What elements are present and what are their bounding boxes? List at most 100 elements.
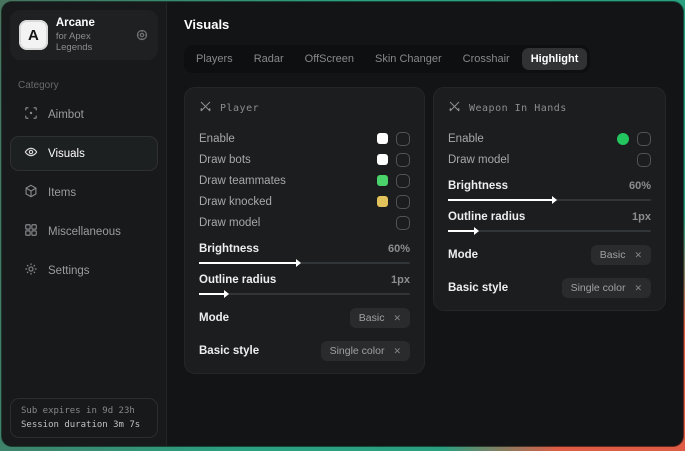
basic-style-chip[interactable]: Single color ✕: [562, 278, 651, 298]
page-title: Visuals: [184, 17, 666, 32]
tab-radar[interactable]: Radar: [245, 48, 293, 70]
toggle-row-draw-model: Draw model: [448, 149, 651, 170]
mode-chip[interactable]: Basic ✕: [591, 245, 651, 265]
sidebar-item-items[interactable]: Items: [10, 175, 158, 210]
basic-style-select-row: Basic style Single color ✕: [199, 341, 410, 361]
mode-select-row: Mode Basic ✕: [448, 245, 651, 265]
toggle-row-draw-teammates: Draw teammates: [199, 170, 410, 191]
sidebar-item-aimbot[interactable]: Aimbot: [10, 97, 158, 132]
slider-value: 1px: [391, 274, 410, 286]
color-swatch[interactable]: [377, 154, 388, 165]
brightness-slider[interactable]: [448, 199, 651, 201]
color-swatch[interactable]: [617, 133, 629, 145]
sidebar: A Arcane for Apex Legends Category: [2, 2, 167, 446]
slider-fill[interactable]: [448, 199, 552, 201]
brightness-slider-group: Brightness 60%: [199, 243, 410, 264]
basic-style-select-row: Basic style Single color ✕: [448, 278, 651, 298]
checkbox-draw-bots[interactable]: [396, 153, 410, 167]
toggle-row-draw-knocked: Draw knocked: [199, 191, 410, 212]
basic-style-chip[interactable]: Single color ✕: [321, 341, 410, 361]
app-logo: A: [19, 20, 48, 50]
select-label: Basic style: [199, 345, 259, 357]
slider-fill[interactable]: [448, 230, 474, 232]
sidebar-nav: Aimbot Visuals Items: [2, 97, 166, 288]
toggle-row-draw-bots: Draw bots: [199, 149, 410, 170]
main-content: Visuals Players Radar OffScreen Skin Cha…: [167, 2, 683, 446]
remove-icon[interactable]: ✕: [634, 250, 642, 261]
slider-fill[interactable]: [199, 262, 296, 264]
toggle-label: Enable: [199, 133, 377, 145]
checkbox-draw-model[interactable]: [637, 153, 651, 167]
chip-value: Basic: [359, 312, 385, 324]
mode-chip[interactable]: Basic ✕: [350, 308, 410, 328]
outline-radius-slider[interactable]: [448, 230, 651, 232]
slider-label: Outline radius: [448, 211, 525, 223]
tab-skin-changer[interactable]: Skin Changer: [366, 48, 451, 70]
toggle-label: Draw knocked: [199, 196, 377, 208]
checkbox-draw-model[interactable]: [396, 216, 410, 230]
toggle-label: Draw teammates: [199, 175, 377, 187]
app-header: A Arcane for Apex Legends: [10, 10, 158, 60]
weapon-in-hands-panel: Weapon In Hands Enable Draw model: [433, 87, 666, 311]
sidebar-item-miscellaneous[interactable]: Miscellaneous: [10, 214, 158, 249]
toggle-row-enable: Enable: [448, 128, 651, 149]
slider-value: 1px: [632, 211, 651, 223]
remove-icon[interactable]: ✕: [393, 346, 401, 357]
sidebar-item-label: Aimbot: [48, 109, 84, 121]
select-label: Mode: [199, 312, 229, 324]
mode-select-row: Mode Basic ✕: [199, 308, 410, 328]
app-name: Arcane: [56, 17, 127, 29]
visuals-tabbar: Players Radar OffScreen Skin Changer Cro…: [184, 45, 590, 73]
tab-players[interactable]: Players: [187, 48, 242, 70]
crosshair-icon: [24, 106, 38, 123]
sidebar-item-label: Settings: [48, 265, 90, 277]
toggle-label: Draw model: [448, 154, 637, 166]
brightness-slider[interactable]: [199, 262, 410, 264]
color-swatch[interactable]: [377, 133, 388, 144]
toggle-row-enable: Enable: [199, 128, 410, 149]
player-panel-header: Player: [199, 100, 410, 116]
slider-label: Brightness: [448, 180, 508, 192]
chip-value: Single color: [330, 345, 385, 357]
chip-value: Single color: [571, 282, 626, 294]
slider-fill[interactable]: [199, 293, 224, 295]
grid-icon: [24, 223, 38, 240]
weapon-panel-header: Weapon In Hands: [448, 100, 651, 116]
tab-highlight[interactable]: Highlight: [522, 48, 588, 70]
tab-offscreen[interactable]: OffScreen: [296, 48, 363, 70]
color-swatch[interactable]: [377, 196, 388, 207]
support-icon[interactable]: [135, 28, 149, 42]
category-label: Category: [18, 80, 166, 91]
slider-value: 60%: [629, 180, 651, 192]
outline-radius-slider[interactable]: [199, 293, 410, 295]
checkbox-enable[interactable]: [637, 132, 651, 146]
toggle-label: Enable: [448, 133, 617, 145]
sidebar-item-visuals[interactable]: Visuals: [10, 136, 158, 171]
select-label: Basic style: [448, 282, 508, 294]
app-window: A Arcane for Apex Legends Category: [2, 2, 683, 446]
sidebar-item-label: Visuals: [48, 148, 85, 160]
eye-icon: [24, 145, 38, 162]
checkbox-draw-teammates[interactable]: [396, 174, 410, 188]
remove-icon[interactable]: ✕: [393, 313, 401, 324]
remove-icon[interactable]: ✕: [634, 283, 642, 294]
package-icon: [24, 184, 38, 201]
slider-label: Brightness: [199, 243, 259, 255]
toggle-label: Draw model: [199, 217, 396, 229]
app-subtitle: for Apex Legends: [56, 31, 127, 53]
color-swatch[interactable]: [377, 175, 388, 186]
slider-label: Outline radius: [199, 274, 276, 286]
crossed-swords-icon: [199, 100, 212, 116]
brightness-slider-group: Brightness 60%: [448, 180, 651, 201]
sidebar-item-label: Miscellaneous: [48, 226, 121, 238]
sidebar-item-settings[interactable]: Settings: [10, 253, 158, 288]
checkbox-enable[interactable]: [396, 132, 410, 146]
player-panel: Player Enable Draw bots: [184, 87, 425, 374]
tab-crosshair[interactable]: Crosshair: [454, 48, 519, 70]
sub-expiry-text: Sub expires in 9d 23h: [21, 406, 147, 416]
panel-title: Player: [220, 103, 259, 114]
sidebar-item-label: Items: [48, 187, 76, 199]
subscription-info: Sub expires in 9d 23h Session duration 3…: [10, 398, 158, 438]
checkbox-draw-knocked[interactable]: [396, 195, 410, 209]
outline-radius-slider-group: Outline radius 1px: [199, 274, 410, 295]
